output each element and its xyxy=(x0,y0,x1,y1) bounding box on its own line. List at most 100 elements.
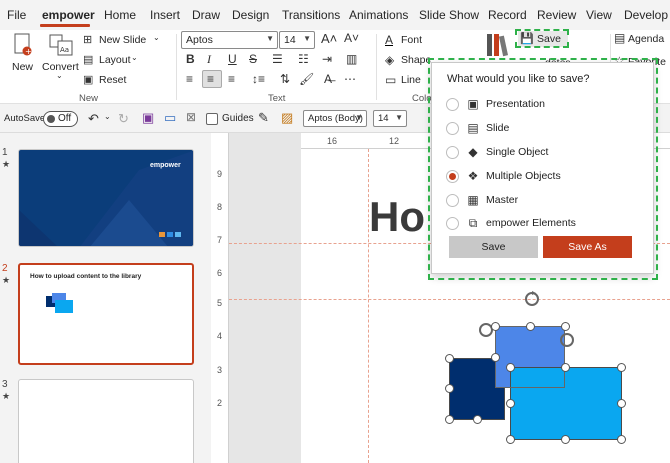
close-box-icon[interactable]: ⊠ xyxy=(186,110,196,124)
indent-icon[interactable]: ⇥ xyxy=(322,52,332,66)
font-color-button[interactable]: A Font xyxy=(385,33,435,49)
resize-handle[interactable] xyxy=(526,322,535,331)
layout-button[interactable]: ▤ Layout ⌄ xyxy=(83,53,173,69)
align-center-button[interactable]: ≡ xyxy=(202,70,222,88)
convert-button[interactable]: Aa Convert ⌄ xyxy=(42,33,79,87)
qat-font-select[interactable]: Aptos (Body) ▼ xyxy=(303,110,367,127)
popup-save-button[interactable]: Save xyxy=(449,236,538,258)
qat-font-size-value: 14 xyxy=(378,113,389,124)
presentation-view-icon[interactable]: ▭ xyxy=(164,110,176,126)
tab-transitions[interactable]: Transitions xyxy=(282,8,340,22)
redo-icon[interactable]: ↻ xyxy=(118,111,129,127)
library-books-icon[interactable] xyxy=(485,32,515,58)
agenda-button[interactable]: ▤ Agenda xyxy=(614,31,670,47)
tab-file[interactable]: File xyxy=(7,8,26,22)
resize-handle[interactable] xyxy=(491,322,500,331)
resize-handle[interactable] xyxy=(445,354,454,363)
toggle-knob xyxy=(47,115,55,123)
resize-handle[interactable] xyxy=(561,322,570,331)
option-empower-elements[interactable]: ⧉ empower Elements xyxy=(446,215,646,233)
strikethrough-icon[interactable]: S xyxy=(249,52,257,66)
guides-checkbox[interactable] xyxy=(206,113,218,125)
option-multiple-objects[interactable]: ❖ Multiple Objects xyxy=(446,168,646,186)
clear-format-icon[interactable]: A̶ xyxy=(324,72,332,86)
align-center-icon: ≡ xyxy=(207,72,215,86)
text-direction-icon[interactable]: ⇅ xyxy=(280,72,290,86)
resize-handle[interactable] xyxy=(506,435,515,444)
resize-handle[interactable] xyxy=(617,435,626,444)
rotate-handle-icon[interactable] xyxy=(522,289,542,309)
picture-icon[interactable]: ▨ xyxy=(281,110,293,126)
align-left-icon[interactable]: ≡ xyxy=(186,72,193,86)
draw-pen-icon[interactable]: ✎ xyxy=(258,110,269,126)
chevron-down-icon[interactable]: ⌄ xyxy=(104,112,111,121)
qat-font-size-select[interactable]: 14 ▼ xyxy=(373,110,407,127)
tab-develop[interactable]: Develop xyxy=(624,8,668,22)
underline-icon[interactable]: U xyxy=(228,52,237,66)
undo-icon[interactable]: ↶ xyxy=(88,111,99,127)
decrease-font-icon[interactable]: A˅ xyxy=(344,31,359,45)
tab-slide-show[interactable]: Slide Show xyxy=(419,8,479,22)
resize-handle[interactable] xyxy=(491,353,500,362)
guide-line-horizontal[interactable] xyxy=(229,299,670,300)
option-slide[interactable]: ▤ Slide xyxy=(446,120,646,138)
bullets-icon[interactable]: ☰ xyxy=(272,52,283,66)
font-size-select[interactable]: 14 ▼ xyxy=(279,31,315,49)
tab-review[interactable]: Review xyxy=(537,8,576,22)
numbering-icon[interactable]: ☷ xyxy=(298,52,309,66)
new-slide-button[interactable]: ⊞ New Slide ⌄ xyxy=(83,33,173,49)
radio-master[interactable] xyxy=(446,194,459,207)
option-master[interactable]: ▦ Master xyxy=(446,192,646,210)
tab-insert[interactable]: Insert xyxy=(150,8,180,22)
tab-design[interactable]: Design xyxy=(232,8,269,22)
line-spacing-icon[interactable]: ↕≡ xyxy=(252,72,265,86)
bold-icon[interactable]: B xyxy=(186,52,195,66)
resize-handle[interactable] xyxy=(473,415,482,424)
reset-button[interactable]: ▣ Reset xyxy=(83,73,143,89)
font-name-select[interactable]: Aptos ▼ xyxy=(181,31,278,49)
resize-handle[interactable] xyxy=(445,415,454,424)
italic-icon[interactable]: I xyxy=(207,52,211,67)
radio-multiple-objects[interactable] xyxy=(446,170,459,183)
line-button[interactable]: ▭ Line xyxy=(385,73,430,89)
save-options-popup: What would you like to save? ▣ Presentat… xyxy=(431,62,654,274)
slide-thumbnail-3[interactable] xyxy=(18,379,194,463)
format-painter-icon[interactable]: 🖌 xyxy=(299,72,314,86)
radio-slide[interactable] xyxy=(446,122,459,135)
tab-view[interactable]: View xyxy=(586,8,612,22)
slide-heading[interactable]: Ho xyxy=(369,193,425,241)
tab-empower[interactable]: empower xyxy=(42,8,95,22)
radio-single-object[interactable] xyxy=(446,146,459,159)
resize-handle[interactable] xyxy=(506,399,515,408)
tab-home[interactable]: Home xyxy=(104,8,136,22)
tab-draw[interactable]: Draw xyxy=(192,8,220,22)
rotate-handle-icon[interactable] xyxy=(557,330,577,350)
option-single-object[interactable]: ◆ Single Object xyxy=(446,144,646,162)
line-label: Line xyxy=(401,74,421,86)
shape-fill-button[interactable]: ◈ Shape Fill xyxy=(385,53,435,69)
guide-line-vertical[interactable] xyxy=(368,149,369,463)
columns-icon[interactable]: ▥ xyxy=(346,52,357,66)
align-right-icon[interactable]: ≡ xyxy=(228,72,235,86)
resize-handle[interactable] xyxy=(617,399,626,408)
save-icon[interactable]: ▣ xyxy=(142,110,154,126)
increase-font-icon[interactable]: A˄ xyxy=(321,31,337,46)
slide-thumbnail-1[interactable]: empower xyxy=(18,149,194,247)
save-button[interactable]: 💾 Save xyxy=(518,31,568,47)
radio-presentation[interactable] xyxy=(446,98,459,111)
option-label: Presentation xyxy=(486,98,545,110)
popup-save-as-button[interactable]: Save As xyxy=(543,236,632,258)
resize-handle[interactable] xyxy=(445,384,454,393)
tab-record[interactable]: Record xyxy=(488,8,527,22)
resize-handle[interactable] xyxy=(561,363,570,372)
more-options-icon[interactable]: ⋯ xyxy=(344,72,356,86)
slide-thumbnail-2[interactable]: How to upload content to the library xyxy=(18,263,194,365)
resize-handle[interactable] xyxy=(506,363,515,372)
resize-handle[interactable] xyxy=(561,435,570,444)
option-presentation[interactable]: ▣ Presentation xyxy=(446,96,646,114)
radio-empower-elements[interactable] xyxy=(446,217,459,230)
new-button[interactable]: + New xyxy=(8,33,38,75)
tab-animations[interactable]: Animations xyxy=(349,8,408,22)
resize-handle[interactable] xyxy=(617,363,626,372)
autosave-toggle[interactable]: Off xyxy=(43,111,78,127)
